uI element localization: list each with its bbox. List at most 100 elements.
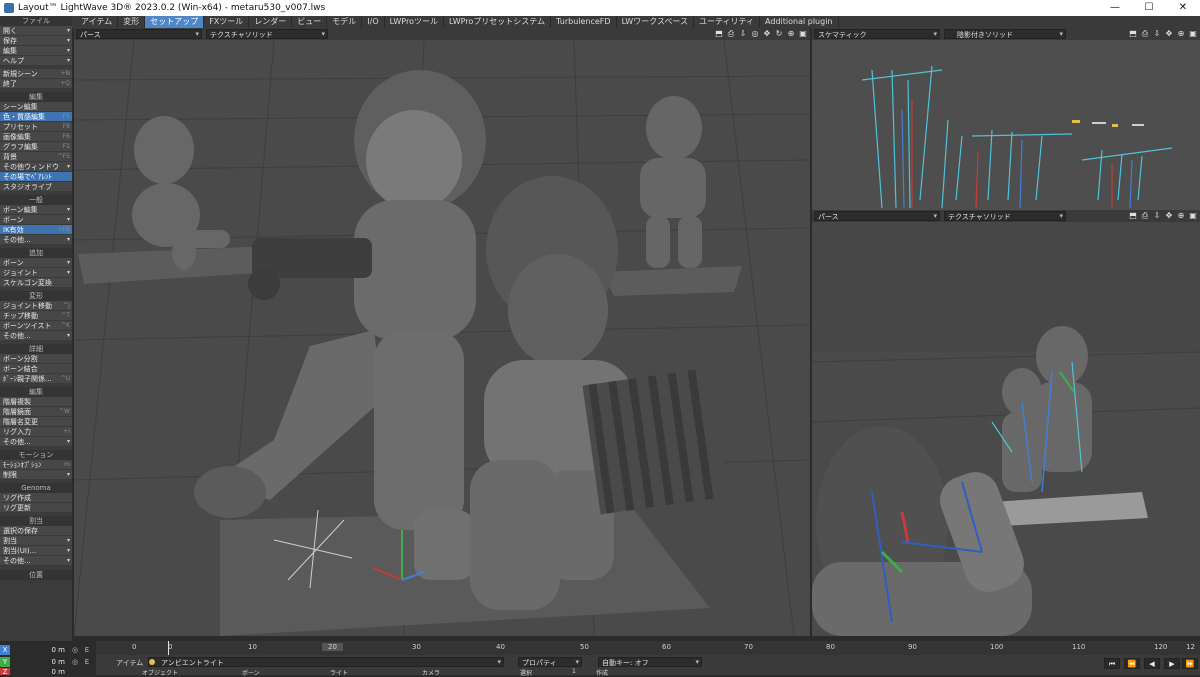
position-y-field[interactable]: 0 m [10, 656, 68, 667]
sidebar-item-bone-merge[interactable]: ボーン結合 [0, 364, 72, 374]
close-button[interactable]: ✕ [1166, 0, 1200, 16]
step-forward-icon[interactable]: ⏩ [1182, 658, 1198, 669]
sidebar-item-preset[interactable]: プリセット F8 [0, 122, 72, 132]
sidebar-item-transform-more[interactable]: その他... ▾ [0, 331, 72, 341]
sidebar-item-add-bone[interactable]: ボーン ▾ [0, 258, 72, 268]
sidebar-item-hier-clone[interactable]: 階層複製 [0, 397, 72, 407]
camera-icon[interactable]: ⎙ [1140, 211, 1150, 221]
timeline-current-frame[interactable]: 20 [322, 643, 343, 651]
sidebar-item-hier-more[interactable]: その他... ▾ [0, 437, 72, 447]
lock-icon[interactable]: ⬒ [714, 29, 724, 39]
sidebar-item-rig-update[interactable]: リグ更新 [0, 503, 72, 513]
tab-fx-tools[interactable]: FXツール [204, 16, 250, 28]
rotate-view-icon[interactable]: ↻ [774, 29, 784, 39]
shading-dropdown[interactable]: テクスチャソリッド [944, 211, 1066, 221]
sidebar-item-bone-edit[interactable]: ボーン編集 ▾ [0, 205, 72, 215]
sidebar-item-tip-move[interactable]: チップ移動 ^T [0, 311, 72, 321]
shading-dropdown[interactable]: テクスチャソリッド [206, 29, 328, 39]
sidebar-item-graph-edit[interactable]: グラフ編集 F1 [0, 142, 72, 152]
sidebar-item-quit[interactable]: 終了 +Q [0, 79, 72, 89]
lock-icon[interactable]: ⬒ [1128, 29, 1138, 39]
sidebar-item-edit[interactable]: 編集 ▾ [0, 46, 72, 56]
tab-lwpro-tools[interactable]: LWProツール [385, 16, 444, 28]
tab-lwpro-presets[interactable]: LWProプリセットシステム [444, 16, 552, 28]
sub-label-create[interactable]: 作成 [596, 668, 608, 677]
sidebar-item-hier-mirror[interactable]: 階層鏡面 ^W [0, 407, 72, 417]
sidebar-item-parent-in-place[interactable]: その場でﾍﾟｱﾚﾝﾄ [0, 172, 72, 182]
tab-io[interactable]: I/O [362, 16, 385, 28]
play-reverse-icon[interactable]: ◀ [1144, 658, 1160, 669]
sidebar-item-rig-input[interactable]: リグ入力 +I [0, 427, 72, 437]
zoom-view-icon[interactable]: ⊕ [1176, 29, 1186, 39]
move-view-icon[interactable]: ✥ [1164, 29, 1174, 39]
view-type-dropdown[interactable]: パース [814, 211, 940, 221]
zoom-view-icon[interactable]: ⊕ [786, 29, 796, 39]
sub-label-object[interactable]: オブジェクト [142, 668, 178, 677]
sidebar-item-assign-ui[interactable]: 割当(UI)... ▾ [0, 546, 72, 556]
sidebar-item-assign-more[interactable]: その他... ▾ [0, 556, 72, 566]
sidebar-item-ik-enable[interactable]: IK有効 +F8 [0, 225, 72, 235]
step-back-icon[interactable]: ⏪ [1124, 658, 1140, 669]
move-view-icon[interactable]: ✥ [762, 29, 772, 39]
sub-label-light[interactable]: ライト [330, 668, 348, 677]
sidebar-item-limits[interactable]: 制限 ▾ [0, 470, 72, 480]
tab-additional-plugin[interactable]: Additional plugin [760, 16, 839, 28]
shading-dropdown[interactable]: 陰影付きソリッド [944, 29, 1066, 39]
main-viewport[interactable]: パース テクスチャソリッド ⬒ ⎙ ⇩ ◎ ✥ ↻ ⊕ ▣ [74, 28, 810, 636]
tab-render[interactable]: レンダー [249, 16, 293, 28]
perspective-viewport-secondary[interactable]: パース テクスチャソリッド ⬒ ⎙ ⇩ ✥ ⊕ ▣ [812, 210, 1200, 636]
tab-lw-workspace[interactable]: LWワークスペース [617, 16, 694, 28]
tab-setup[interactable]: セットアップ [145, 16, 205, 28]
play-forward-icon[interactable]: ▶ [1164, 658, 1180, 669]
sidebar-item-help[interactable]: ヘルプ ▾ [0, 56, 72, 66]
sidebar-item-joint-move[interactable]: ジョイント移動 ^J [0, 301, 72, 311]
export-icon[interactable]: ⇩ [1152, 29, 1162, 39]
env-x-button[interactable]: E [82, 645, 92, 655]
lock-x-icon[interactable]: ◎ [70, 645, 80, 655]
sidebar-item-new-scene[interactable]: 新規シーン +N [0, 69, 72, 79]
sidebar-item-general-more[interactable]: その他... ▾ [0, 235, 72, 245]
tab-transform[interactable]: 変形 [118, 16, 146, 28]
sidebar-item-bones[interactable]: ボーン ▾ [0, 215, 72, 225]
position-z-field[interactable]: 0 m [10, 668, 68, 675]
sidebar-item-skelegon-convert[interactable]: スケルゴン変換 [0, 278, 72, 288]
properties-button[interactable]: プロパティ [518, 657, 582, 667]
camera-icon[interactable]: ⎙ [1140, 29, 1150, 39]
lock-y-icon[interactable]: ◎ [70, 657, 80, 667]
lock-icon[interactable]: ⬒ [1128, 211, 1138, 221]
tab-view[interactable]: ビュー [292, 16, 328, 28]
sidebar-item-bone-parent[interactable]: ﾎﾞｰﾝ親子関係... ^U [0, 374, 72, 384]
position-x-field[interactable]: 0 m [10, 644, 68, 655]
tab-turbulencefd[interactable]: TurbulenceFD [551, 16, 617, 28]
sidebar-item-assign[interactable]: 割当 ▾ [0, 536, 72, 546]
sidebar-item-open[interactable]: 開く ▾ [0, 26, 72, 36]
sidebar-item-hier-rename[interactable]: 階層名変更 [0, 417, 72, 427]
maximize-view-icon[interactable]: ▣ [1188, 211, 1198, 221]
env-y-button[interactable]: E [82, 657, 92, 667]
schematic-viewport[interactable]: スケマティック 陰影付きソリッド ⬒ ⎙ ⇩ ✥ ⊕ ▣ [812, 28, 1200, 212]
maximize-view-icon[interactable]: ▣ [1188, 29, 1198, 39]
sidebar-item-surface-edit[interactable]: 色・質感編集 F5 [0, 112, 72, 122]
tab-model[interactable]: モデル [327, 16, 363, 28]
export-icon[interactable]: ⇩ [738, 29, 748, 39]
move-view-icon[interactable]: ✥ [1164, 211, 1174, 221]
autokey-dropdown[interactable]: 自動キー: オフ [598, 657, 702, 667]
center-icon[interactable]: ◎ [750, 29, 760, 39]
sidebar-item-scene-edit[interactable]: シーン編集 [0, 102, 72, 112]
tab-item[interactable]: アイテム [76, 16, 119, 28]
sub-label-select[interactable]: 選択 [520, 668, 532, 677]
sidebar-item-other-windows[interactable]: その他ウィンドウ ▾ [0, 162, 72, 172]
sidebar-item-bone-twist[interactable]: ボーンツイスト ^K [0, 321, 72, 331]
tab-utility[interactable]: ユーティリティ [694, 16, 761, 28]
sidebar-item-rig-create[interactable]: リグ作成 [0, 493, 72, 503]
maximize-button[interactable]: ☐ [1132, 0, 1166, 16]
timeline-playhead[interactable] [168, 641, 169, 655]
view-type-dropdown[interactable]: スケマティック [814, 29, 940, 39]
timeline[interactable]: 0 0 10 20 30 40 50 60 70 80 90 100 110 1… [96, 641, 1200, 655]
go-start-icon[interactable]: ⏮ [1104, 658, 1120, 669]
sidebar-item-studio-live[interactable]: スタジオライブ [0, 182, 72, 192]
item-select-dropdown[interactable]: アンビエントライト [148, 657, 504, 667]
sidebar-item-add-joint[interactable]: ジョイント ▾ [0, 268, 72, 278]
sub-label-camera[interactable]: カメラ [422, 668, 440, 677]
sidebar-item-image-edit[interactable]: 画像編集 F6 [0, 132, 72, 142]
